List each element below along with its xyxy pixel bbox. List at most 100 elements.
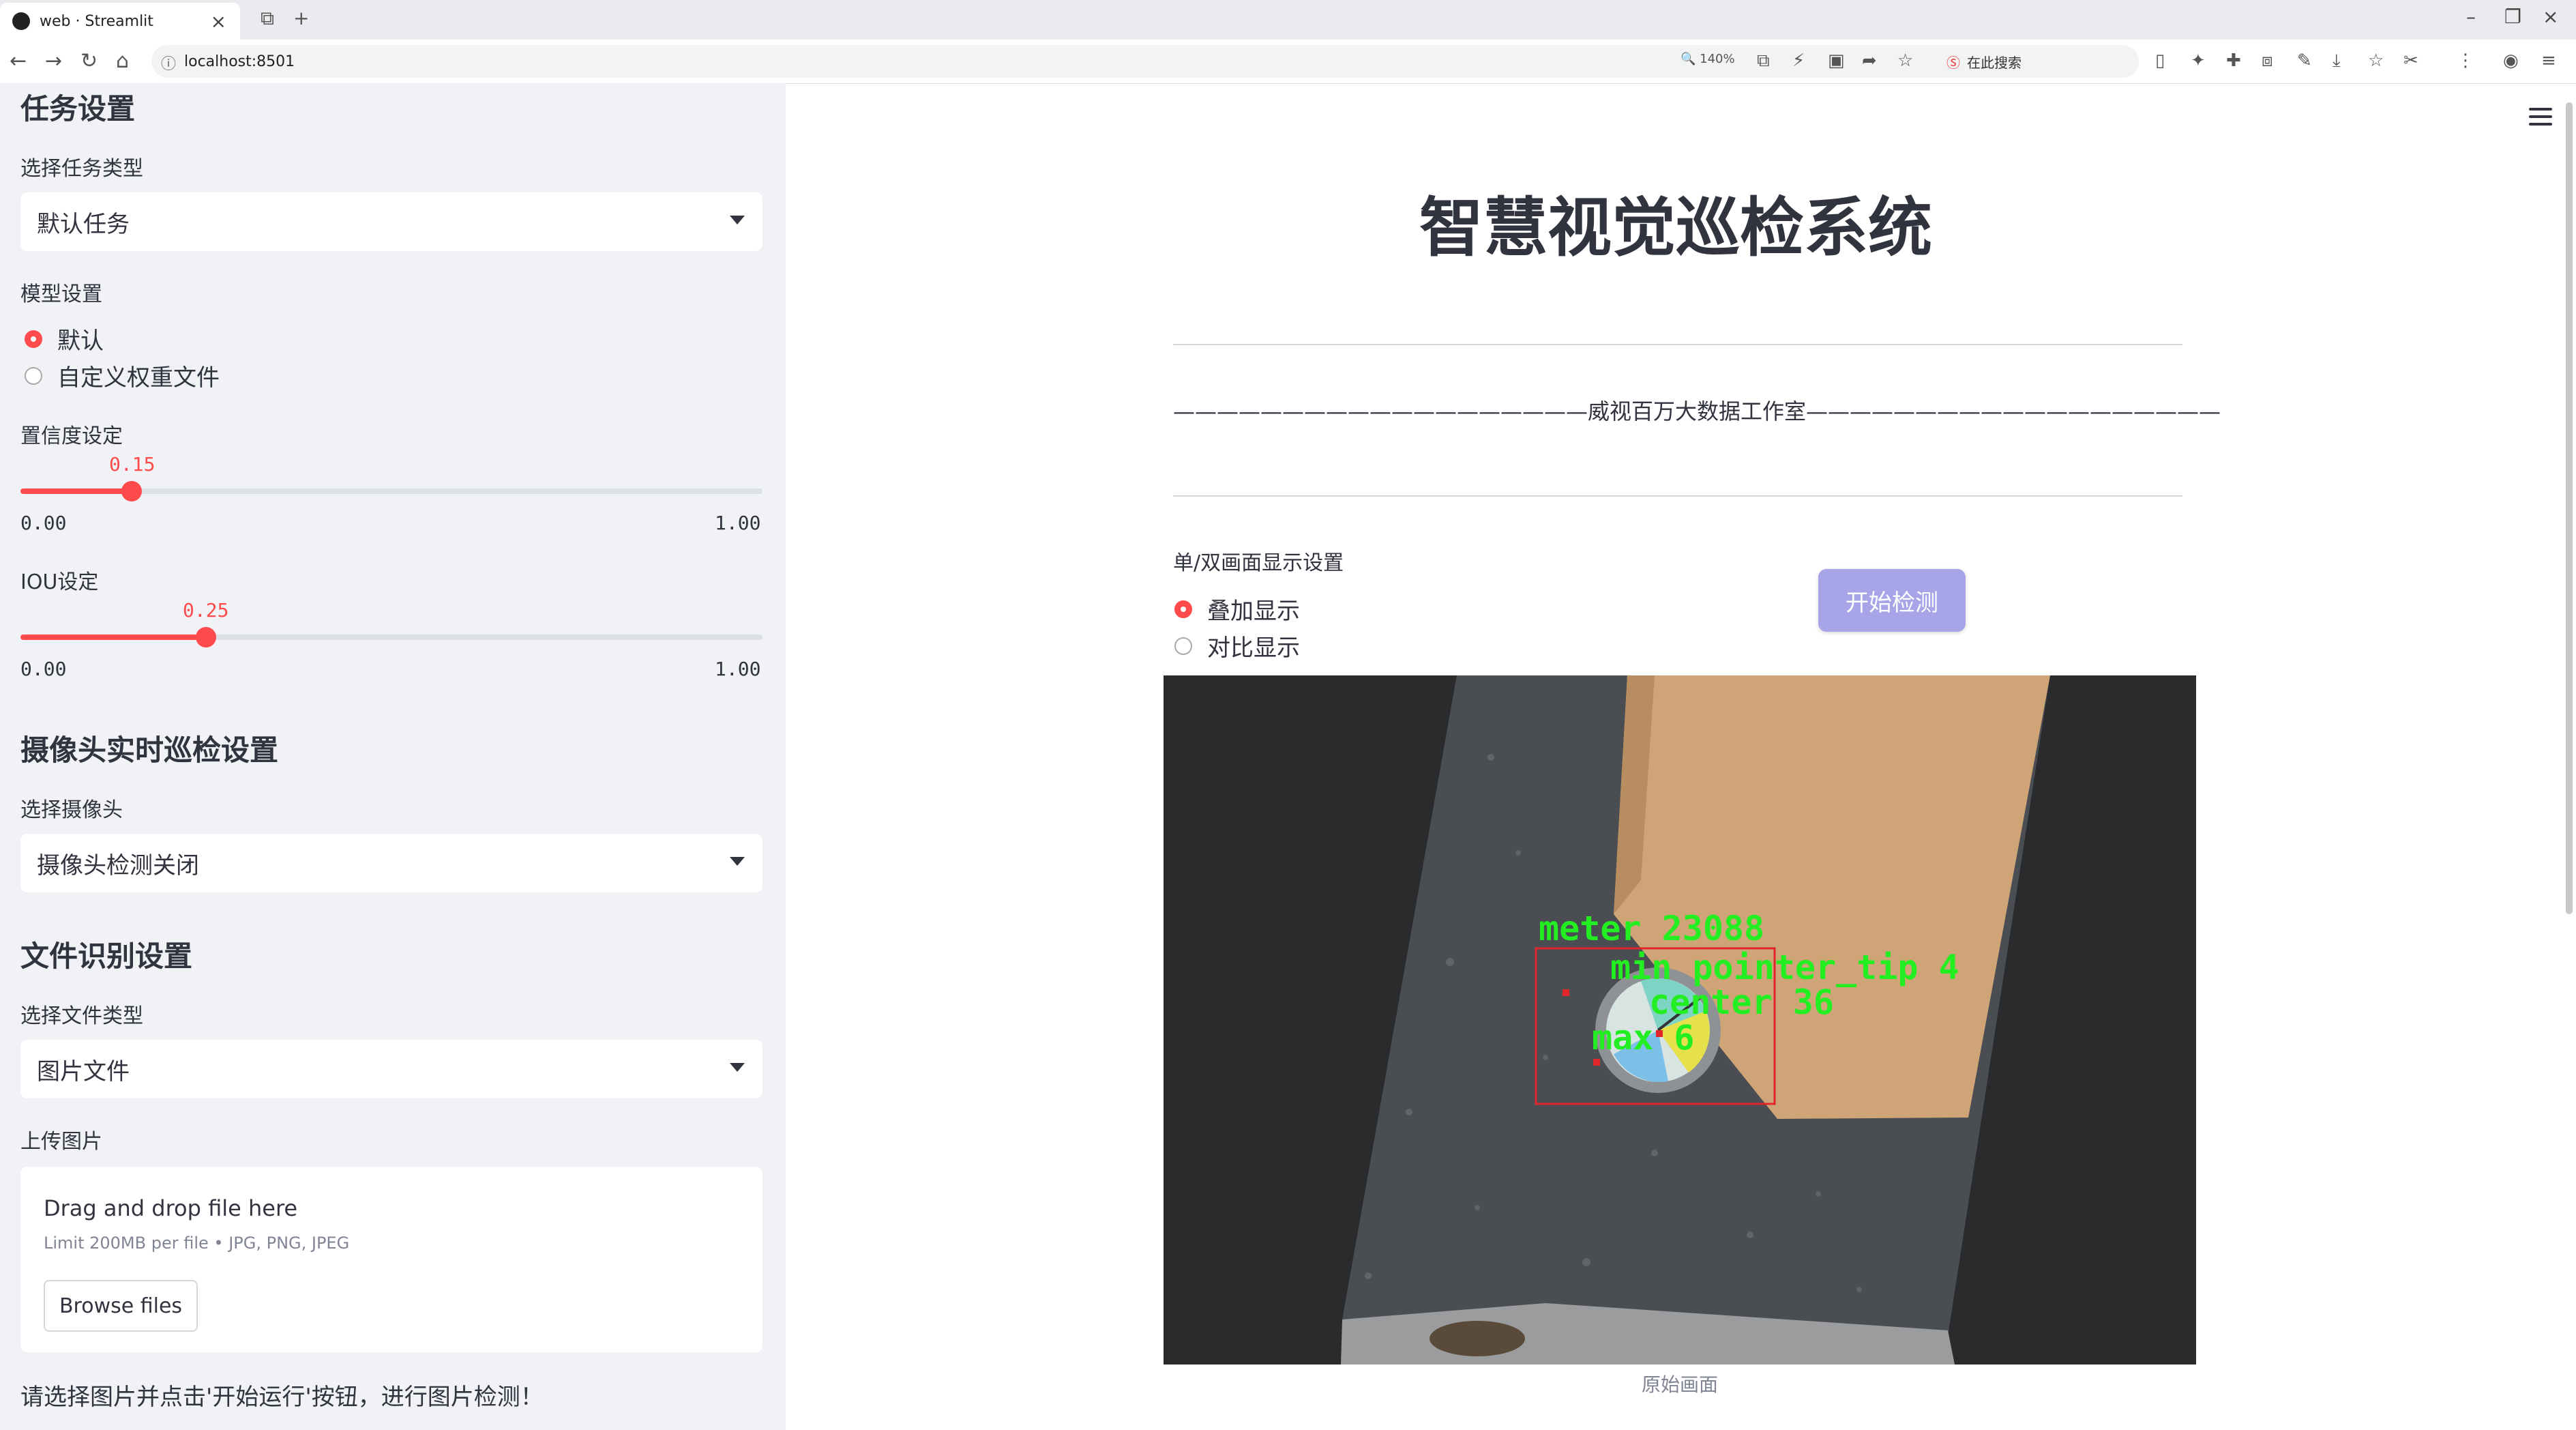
cup: [1430, 1321, 1525, 1356]
page-subtitle: ———————————————————威视百万大数据工作室———————————…: [1173, 398, 2221, 424]
restore-icon[interactable]: ❐: [2504, 5, 2521, 28]
sidebar: 任务设置 选择任务类型 默认任务 模型设置 默认 自定义权重文件 置信度设定 0…: [0, 83, 786, 1430]
browser-menu-icon[interactable]: ≡: [2541, 50, 2556, 71]
chevron-down-icon: [730, 216, 745, 224]
confidence-slider-thumb[interactable]: [121, 481, 143, 501]
download-icon[interactable]: ⤓: [2333, 50, 2341, 72]
iou-value: 0.25: [183, 599, 229, 622]
file-type-value: 图片文件: [37, 1057, 130, 1085]
confidence-label: 置信度设定: [20, 424, 123, 448]
browse-files-button[interactable]: Browse files: [44, 1280, 198, 1332]
task-type-label: 选择任务类型: [20, 157, 143, 181]
bolt-icon[interactable]: ⚡: [1792, 50, 1805, 71]
file-uploader-dropzone[interactable]: Drag and drop file here Limit 200MB per …: [20, 1167, 763, 1352]
display-radio-compare[interactable]: 对比显示: [1174, 629, 1300, 662]
model-radio-custom[interactable]: 自定义权重文件: [25, 359, 220, 392]
detection-result-image: meter 23088 min pointer_tip 4 center 36 …: [1164, 675, 2196, 1365]
puzzle-icon[interactable]: ✚: [2226, 50, 2241, 71]
browser-tab[interactable]: web · Streamlit ×: [0, 3, 240, 40]
close-tab-icon[interactable]: ×: [211, 10, 226, 33]
keypoint: [1593, 1059, 1600, 1066]
confidence-slider-fill: [20, 488, 132, 494]
file-section-title: 文件识别设置: [20, 939, 193, 973]
upload-label: 上传图片: [20, 1130, 102, 1154]
minimize-icon[interactable]: –: [2466, 5, 2476, 28]
task-type-value: 默认任务: [37, 210, 130, 238]
profile-avatar-icon[interactable]: ◉: [2503, 50, 2519, 71]
iou-slider[interactable]: [20, 627, 763, 647]
radio-label: 默认: [57, 327, 104, 355]
camera-select[interactable]: 摄像头检测关闭: [20, 834, 763, 892]
extension-icon[interactable]: ✦: [2191, 50, 2206, 71]
url-text: localhost:8501: [184, 53, 295, 70]
forward-icon[interactable]: →: [45, 49, 62, 73]
screenshot-icon[interactable]: ▣: [1828, 50, 1845, 71]
radio-label: 对比显示: [1207, 634, 1300, 662]
search-engine-icon: Ⓢ: [1946, 54, 1960, 71]
display-radio-overlay[interactable]: 叠加显示: [1174, 592, 1300, 626]
task-type-select[interactable]: 默认任务: [20, 192, 763, 251]
favorites-icon[interactable]: ☆: [2368, 50, 2384, 71]
divider: [1173, 495, 2182, 497]
file-type-select[interactable]: 图片文件: [20, 1040, 763, 1098]
radio-selected-icon: [25, 330, 42, 348]
translate-ext-icon[interactable]: ⧈: [2262, 50, 2273, 72]
home-icon[interactable]: ⌂: [116, 49, 129, 73]
zoom-value: 140%: [1700, 52, 1735, 66]
detection-label: meter 23088: [1539, 909, 1764, 948]
iou-slider-fill: [20, 634, 206, 640]
bookmark-star-icon[interactable]: ☆: [1897, 50, 1913, 71]
image-caption: 原始画面: [1641, 1373, 1718, 1396]
file-type-label: 选择文件类型: [20, 1004, 143, 1028]
radio-unselected-icon: [1174, 637, 1192, 655]
detection-label: min pointer_tip 4: [1610, 948, 1959, 987]
camera-section-title: 摄像头实时巡检设置: [20, 733, 279, 767]
chevron-down-icon: [730, 1063, 745, 1072]
search-placeholder: 在此搜索: [1967, 54, 2022, 71]
page-title: 智慧视觉巡检系统: [1419, 191, 1932, 265]
tab-title: web · Streamlit: [40, 12, 153, 30]
more-icon[interactable]: ⋮: [2457, 50, 2474, 71]
drop-text: Drag and drop file here: [44, 1195, 298, 1221]
back-icon[interactable]: ←: [10, 49, 27, 73]
browser-search-field[interactable]: Ⓢ 在此搜索: [1937, 46, 2139, 76]
iou-max: 1.00: [715, 658, 761, 680]
detection-scene: meter 23088 min pointer_tip 4 center 36 …: [1164, 675, 2196, 1365]
radio-label: 叠加显示: [1207, 598, 1300, 625]
hamburger-menu-icon[interactable]: [2529, 108, 2552, 130]
streamlit-favicon-icon: [12, 12, 30, 30]
site-info-icon[interactable]: ⓘ: [161, 52, 176, 74]
model-radio-default[interactable]: 默认: [25, 322, 104, 355]
start-detection-button[interactable]: 开始检测: [1818, 569, 1966, 632]
address-bar-row: ← → ↻ ⌂ ⓘ localhost:8501 🔍 140% ⧉ ⚡ ▣ ➦ …: [0, 40, 2576, 84]
confidence-value: 0.15: [109, 453, 156, 476]
chevron-down-icon: [730, 857, 745, 866]
translate-icon[interactable]: ⧉: [1757, 50, 1770, 72]
page-scrollbar[interactable]: [2566, 102, 2573, 914]
confidence-min: 0.00: [20, 512, 67, 534]
iou-slider-thumb[interactable]: [196, 627, 216, 647]
radio-selected-icon: [1174, 600, 1192, 618]
detection-label: center 36: [1649, 982, 1834, 1022]
reload-icon[interactable]: ↻: [80, 49, 98, 73]
scissors-icon[interactable]: ✂: [2403, 50, 2418, 71]
limit-text: Limit 200MB per file • JPG, PNG, JPEG: [44, 1234, 350, 1253]
window-close-icon[interactable]: ×: [2543, 5, 2558, 28]
share-icon[interactable]: ➦: [1862, 50, 1877, 71]
tab-search-icon[interactable]: ⧉: [261, 7, 274, 30]
pen-icon[interactable]: ✎: [2297, 50, 2312, 71]
zoom-level[interactable]: 🔍 140%: [1681, 52, 1735, 66]
browser-tab-bar: web · Streamlit × ⧉ + – ❐ ×: [0, 0, 2576, 40]
sidebar-hint: 请选择图片并点击'开始运行'按钮，进行图片检测！: [20, 1384, 544, 1411]
detection-label: max 6: [1592, 1018, 1695, 1057]
radio-unselected-icon: [25, 366, 42, 385]
new-tab-icon[interactable]: +: [293, 7, 309, 29]
keypoint: [1563, 989, 1569, 996]
iou-label: IOU设定: [20, 570, 99, 594]
display-mode-label: 单/双画面显示设置: [1173, 551, 1344, 575]
confidence-slider[interactable]: [20, 481, 763, 501]
task-section-title: 任务设置: [20, 92, 136, 126]
divider: [1173, 344, 2182, 345]
model-settings-label: 模型设置: [20, 282, 102, 306]
reader-icon[interactable]: ▯: [2155, 50, 2165, 71]
